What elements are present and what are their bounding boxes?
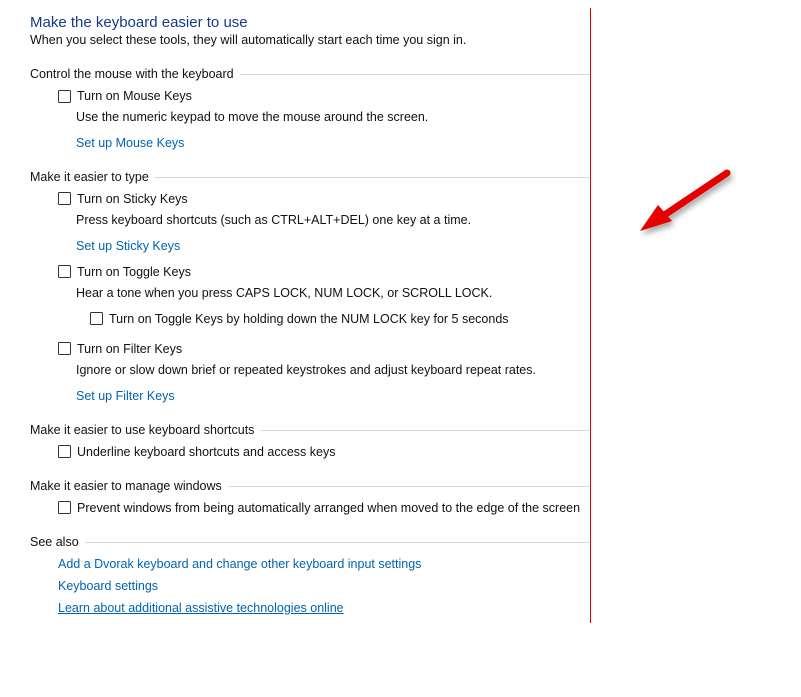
- toggle-keys-description: Hear a tone when you press CAPS LOCK, NU…: [30, 285, 590, 302]
- sticky-keys-description: Press keyboard shortcuts (such as CTRL+A…: [30, 212, 590, 229]
- filter-keys-description: Ignore or slow down brief or repeated ke…: [30, 362, 590, 379]
- annotation-line: [590, 8, 591, 623]
- section-header-shortcuts: Make it easier to use keyboard shortcuts: [30, 421, 590, 439]
- filter-keys-checkbox-row[interactable]: Turn on Filter Keys: [30, 342, 590, 356]
- assistive-tech-link[interactable]: Learn about additional assistive technol…: [58, 601, 344, 615]
- checkbox-icon: [90, 312, 103, 325]
- sticky-keys-checkbox-row[interactable]: Turn on Sticky Keys: [30, 192, 590, 206]
- setup-mouse-keys-link[interactable]: Set up Mouse Keys: [76, 136, 184, 150]
- checkbox-icon: [58, 192, 71, 205]
- toggle-keys-checkbox-row[interactable]: Turn on Toggle Keys: [30, 265, 590, 279]
- checkbox-icon: [58, 265, 71, 278]
- section-see-also: See also Add a Dvorak keyboard and chang…: [30, 533, 590, 615]
- section-shortcuts: Make it easier to use keyboard shortcuts…: [30, 421, 590, 459]
- section-header-mouse: Control the mouse with the keyboard: [30, 65, 590, 83]
- prevent-arrange-label: Prevent windows from being automatically…: [77, 501, 580, 515]
- page-title: Make the keyboard easier to use: [30, 14, 590, 31]
- mouse-keys-description: Use the numeric keypad to move the mouse…: [30, 109, 590, 126]
- section-windows: Make it easier to manage windows Prevent…: [30, 477, 590, 515]
- section-header-type: Make it easier to type: [30, 168, 590, 186]
- toggle-keys-numlock-checkbox-row[interactable]: Turn on Toggle Keys by holding down the …: [30, 312, 590, 326]
- keyboard-settings-link[interactable]: Keyboard settings: [58, 579, 158, 593]
- mouse-keys-label: Turn on Mouse Keys: [77, 89, 192, 103]
- section-header-seealso: See also: [30, 533, 590, 551]
- sticky-keys-label: Turn on Sticky Keys: [77, 192, 188, 206]
- mouse-keys-checkbox-row[interactable]: Turn on Mouse Keys: [30, 89, 590, 103]
- section-mouse-keys: Control the mouse with the keyboard Turn…: [30, 65, 590, 150]
- checkbox-icon: [58, 342, 71, 355]
- prevent-arrange-checkbox-row[interactable]: Prevent windows from being automatically…: [30, 501, 590, 515]
- toggle-keys-label: Turn on Toggle Keys: [77, 265, 191, 279]
- page-subtitle: When you select these tools, they will a…: [30, 33, 590, 47]
- underline-shortcuts-label: Underline keyboard shortcuts and access …: [77, 445, 335, 459]
- underline-shortcuts-checkbox-row[interactable]: Underline keyboard shortcuts and access …: [30, 445, 590, 459]
- toggle-keys-numlock-label: Turn on Toggle Keys by holding down the …: [109, 312, 509, 326]
- setup-sticky-keys-link[interactable]: Set up Sticky Keys: [76, 239, 180, 253]
- annotation-arrow-icon: [632, 165, 737, 245]
- checkbox-icon: [58, 90, 71, 103]
- checkbox-icon: [58, 445, 71, 458]
- dvorak-link[interactable]: Add a Dvorak keyboard and change other k…: [58, 557, 421, 571]
- checkbox-icon: [58, 501, 71, 514]
- section-header-windows: Make it easier to manage windows: [30, 477, 590, 495]
- filter-keys-label: Turn on Filter Keys: [77, 342, 182, 356]
- section-easier-type: Make it easier to type Turn on Sticky Ke…: [30, 168, 590, 403]
- setup-filter-keys-link[interactable]: Set up Filter Keys: [76, 389, 175, 403]
